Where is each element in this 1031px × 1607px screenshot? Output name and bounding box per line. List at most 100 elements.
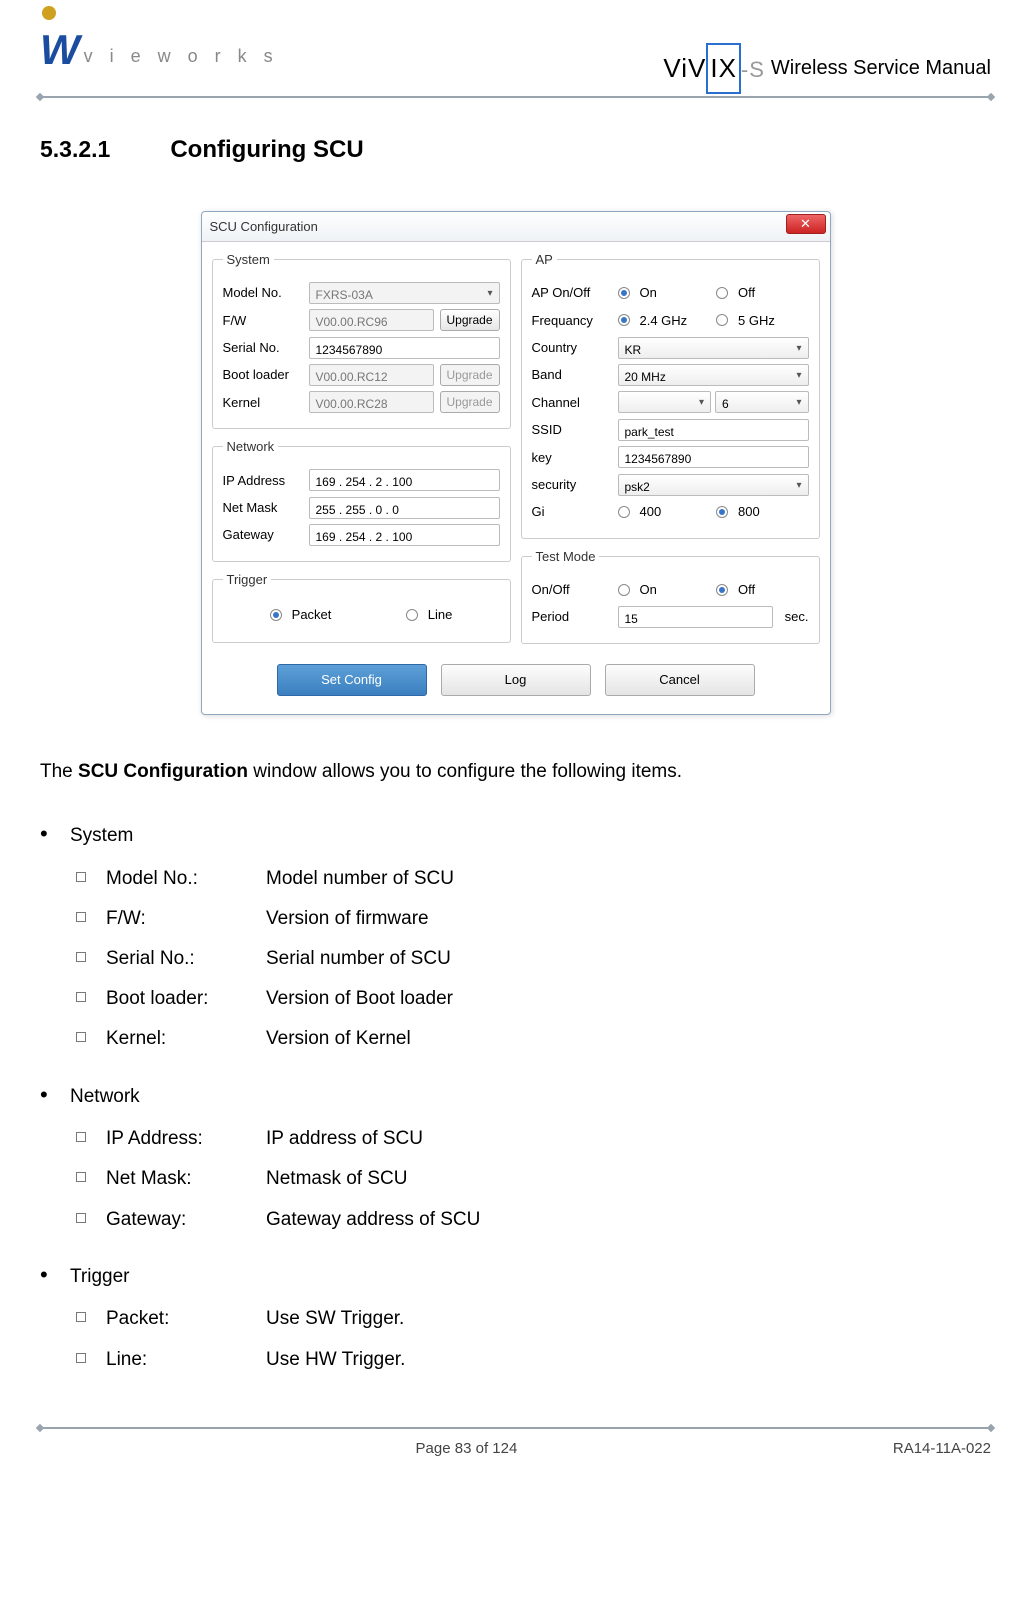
sub-list: IP Address:IP address of SCU Net Mask:Net… (70, 1122, 991, 1237)
list-item: IP Address:IP address of SCU (104, 1122, 991, 1156)
intro-text: The SCU Configuration window allows you … (40, 755, 991, 789)
list-item: Serial No.:Serial number of SCU (104, 942, 991, 976)
testmode-fieldset: Test Mode On/Off On Off Period 15 sec. (521, 545, 820, 644)
system-fieldset: System Model No. FXRS-03A F/W V00.00.RC9… (212, 248, 511, 429)
list-term: Boot loader: (106, 982, 266, 1016)
list-item: F/W:Version of firmware (104, 902, 991, 936)
key-input[interactable]: 1234567890 (618, 446, 809, 468)
ap-legend: AP (532, 248, 557, 271)
gateway-input[interactable]: 169 . 254 . 2 . 100 (309, 524, 500, 546)
trigger-fieldset: Trigger Packet Line (212, 568, 511, 644)
security-select[interactable]: psk2 (618, 474, 809, 496)
boot-upgrade-button: Upgrade (440, 364, 500, 386)
list-item: Kernel:Version of Kernel (104, 1022, 991, 1056)
set-config-button[interactable]: Set Config (277, 664, 427, 696)
list-term: Packet: (106, 1302, 266, 1336)
list-term: Model No.: (106, 862, 266, 896)
serial-input[interactable]: 1234567890 (309, 337, 500, 359)
list-desc: Version of Kernel (266, 1022, 411, 1056)
freq-5-radio[interactable]: 5 GHz (716, 309, 809, 332)
mask-input[interactable]: 255 . 255 . 0 . 0 (309, 497, 500, 519)
test-on-radio[interactable]: On (618, 578, 711, 601)
trigger-legend: Trigger (223, 568, 272, 591)
country-select[interactable]: KR (618, 337, 809, 359)
trigger-packet-radio[interactable]: Packet (270, 603, 332, 626)
list-section: NetworkIP Address:IP address of SCUNet M… (70, 1075, 991, 1237)
list-term: Serial No.: (106, 942, 266, 976)
channel-b-select[interactable]: 6 (715, 391, 809, 413)
list-desc: Serial number of SCU (266, 942, 451, 976)
list-term: F/W: (106, 902, 266, 936)
dialog-title: SCU Configuration (210, 215, 318, 238)
ip-input[interactable]: 169 . 254 . 2 . 100 (309, 469, 500, 491)
gi-800-radio[interactable]: 800 (716, 500, 809, 523)
page-footer: Page 83 of 124 RA14-11A-022 (40, 1427, 991, 1462)
kernel-upgrade-button: Upgrade (440, 391, 500, 413)
dialog-titlebar: SCU Configuration ✕ (202, 212, 830, 242)
vieworks-w-icon: W (40, 12, 80, 88)
list-desc: Use SW Trigger. (266, 1302, 404, 1336)
sub-list: Packet:Use SW Trigger. Line:Use HW Trigge… (70, 1302, 991, 1376)
list-item: Gateway:Gateway address of SCU (104, 1203, 991, 1237)
fw-input: V00.00.RC96 (309, 309, 434, 331)
list-item: Packet:Use SW Trigger. (104, 1302, 991, 1336)
test-onoff-label: On/Off (532, 578, 612, 601)
list-item: Boot loader:Version of Boot loader (104, 982, 991, 1016)
mask-label: Net Mask (223, 496, 303, 519)
bullet-list: SystemModel No.:Model number of SCUF/W:V… (40, 814, 991, 1377)
doc-number: RA14-11A-022 (893, 1435, 991, 1462)
section-title: Configuring SCU (170, 128, 363, 171)
period-input[interactable]: 15 (618, 606, 773, 628)
list-desc: Version of firmware (266, 902, 429, 936)
sub-list: Model No.:Model number of SCUF/W:Version… (70, 862, 991, 1057)
list-term: Gateway: (106, 1203, 266, 1237)
fw-upgrade-button[interactable]: Upgrade (440, 309, 500, 331)
country-label: Country (532, 336, 612, 359)
list-section: TriggerPacket:Use SW Trigger.Line:Use HW… (70, 1255, 991, 1377)
boot-label: Boot loader (223, 363, 303, 386)
list-term: IP Address: (106, 1122, 266, 1156)
freq-label: Frequancy (532, 309, 612, 332)
page-header: W v i e w o r k s ViVIX-S Wireless Servi… (40, 0, 991, 98)
gi-label: Gi (532, 500, 612, 523)
kernel-label: Kernel (223, 391, 303, 414)
network-legend: Network (223, 435, 279, 458)
list-item: Model No.:Model number of SCU (104, 862, 991, 896)
list-desc: Netmask of SCU (266, 1162, 407, 1196)
security-label: security (532, 473, 612, 496)
scu-dialog: SCU Configuration ✕ System Model No. FXR… (201, 211, 831, 715)
list-item: Line:Use HW Trigger. (104, 1343, 991, 1377)
kernel-input: V00.00.RC28 (309, 391, 434, 413)
gi-400-radio[interactable]: 400 (618, 500, 711, 523)
channel-label: Channel (532, 391, 612, 414)
list-desc: IP address of SCU (266, 1122, 423, 1156)
ssid-input[interactable]: park_test (618, 419, 809, 441)
model-label: Model No. (223, 281, 303, 304)
ap-off-radio[interactable]: Off (716, 281, 809, 304)
test-off-radio[interactable]: Off (716, 578, 809, 601)
period-unit: sec. (779, 605, 809, 628)
channel-a-select[interactable] (618, 391, 712, 413)
ap-on-radio[interactable]: On (618, 281, 711, 304)
ap-onoff-label: AP On/Off (532, 281, 612, 304)
close-icon[interactable]: ✕ (786, 214, 826, 234)
serial-label: Serial No. (223, 336, 303, 359)
list-item: Net Mask:Netmask of SCU (104, 1162, 991, 1196)
system-legend: System (223, 248, 274, 271)
cancel-button[interactable]: Cancel (605, 664, 755, 696)
vivix-brand: ViVIX-S (663, 43, 765, 94)
ssid-label: SSID (532, 418, 612, 441)
log-button[interactable]: Log (441, 664, 591, 696)
trigger-line-radio[interactable]: Line (406, 603, 453, 626)
list-term: Kernel: (106, 1022, 266, 1056)
testmode-legend: Test Mode (532, 545, 600, 568)
logo-vieworks: W v i e w o r k s (40, 18, 279, 94)
gateway-label: Gateway (223, 523, 303, 546)
list-desc: Model number of SCU (266, 862, 454, 896)
model-select[interactable]: FXRS-03A (309, 282, 500, 304)
list-term: Line: (106, 1343, 266, 1377)
band-select[interactable]: 20 MHz (618, 364, 809, 386)
network-fieldset: Network IP Address 169 . 254 . 2 . 100 N… (212, 435, 511, 562)
list-desc: Gateway address of SCU (266, 1203, 480, 1237)
freq-24-radio[interactable]: 2.4 GHz (618, 309, 711, 332)
